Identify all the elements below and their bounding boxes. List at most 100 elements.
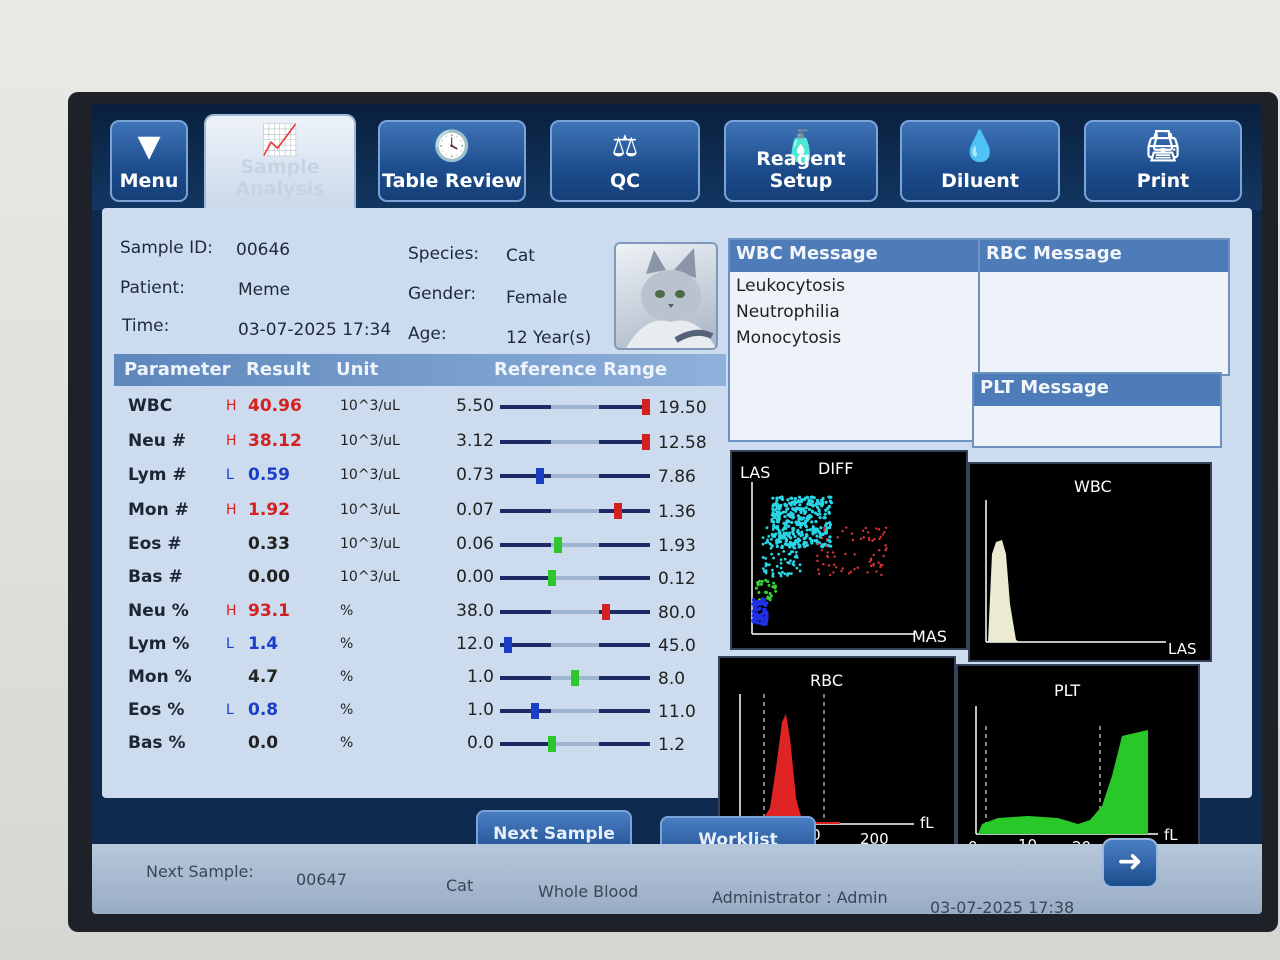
diff-dot bbox=[828, 535, 832, 539]
diff-dot bbox=[803, 536, 808, 540]
param-name: WBC bbox=[128, 396, 173, 416]
header-unit: Unit bbox=[336, 359, 379, 380]
diff-dot bbox=[797, 531, 801, 535]
next-arrow-button[interactable]: ➜ bbox=[1102, 838, 1158, 888]
header-parameter: Parameter bbox=[124, 359, 231, 380]
tab-reagent-setup[interactable]: 🧴 Reagent Setup bbox=[724, 120, 878, 202]
diff-dot bbox=[774, 526, 778, 530]
tab-table-review[interactable]: 🕓 Table Review bbox=[378, 120, 526, 202]
gender-value: Female bbox=[506, 288, 568, 308]
age-value: 12 Year(s) bbox=[506, 328, 592, 348]
diff-dot bbox=[783, 515, 787, 519]
range-low: 38.0 bbox=[456, 601, 494, 621]
diff-scatter-plot: LAS DIFF MAS bbox=[730, 450, 968, 650]
diff-dot bbox=[782, 549, 786, 553]
diff-dot bbox=[777, 552, 781, 556]
diff-dot bbox=[789, 511, 793, 515]
diff-dot bbox=[828, 573, 832, 577]
param-flag: L bbox=[226, 702, 234, 718]
diff-dot bbox=[808, 502, 812, 506]
diff-dot bbox=[794, 550, 798, 554]
range-high: 12.58 bbox=[658, 433, 707, 453]
diff-dot bbox=[786, 524, 791, 528]
diff-dot bbox=[764, 615, 768, 619]
param-name: Neu % bbox=[128, 601, 189, 621]
range-low: 12.0 bbox=[456, 634, 494, 654]
balance-scale-icon: ⚖ bbox=[611, 129, 639, 164]
diff-dot bbox=[756, 583, 760, 587]
diff-dot bbox=[798, 517, 802, 521]
diff-dot bbox=[820, 543, 825, 547]
arrow-right-icon: ➜ bbox=[1117, 844, 1143, 879]
diff-dot bbox=[761, 556, 765, 559]
tab-diluent[interactable]: 💧 Diluent bbox=[900, 120, 1060, 202]
param-flag: L bbox=[226, 467, 234, 483]
diff-dot bbox=[879, 565, 882, 569]
diff-dot bbox=[825, 544, 828, 548]
diff-dot bbox=[782, 526, 786, 530]
diff-dot bbox=[769, 537, 773, 541]
diff-dot bbox=[773, 508, 778, 512]
range-marker bbox=[642, 399, 650, 415]
range-bar bbox=[500, 468, 650, 484]
diff-dot bbox=[831, 551, 835, 554]
print-button[interactable]: 🖨 Print bbox=[1084, 120, 1242, 202]
param-result: 0.00 bbox=[248, 567, 290, 587]
diff-dot bbox=[817, 572, 821, 576]
rbc-unit: fL bbox=[920, 814, 934, 832]
range-low: 1.0 bbox=[466, 667, 494, 687]
diff-dot bbox=[804, 532, 809, 537]
diff-dot bbox=[768, 542, 772, 545]
diff-dot bbox=[828, 499, 832, 503]
diff-dot bbox=[781, 570, 784, 574]
tab-sample-analysis[interactable]: 📈 Sample Analysis bbox=[204, 114, 356, 210]
diff-dot bbox=[764, 571, 768, 575]
diff-dot bbox=[783, 572, 787, 576]
param-name: Eos % bbox=[128, 700, 185, 720]
diff-dot bbox=[805, 528, 809, 532]
range-high: 11.0 bbox=[658, 702, 696, 722]
param-name: Mon # bbox=[128, 500, 189, 520]
tab-table-review-label: Table Review bbox=[382, 170, 522, 192]
param-unit: % bbox=[340, 636, 354, 652]
diff-dot bbox=[871, 539, 874, 542]
diff-dot bbox=[884, 526, 888, 529]
param-unit: % bbox=[340, 702, 354, 718]
param-unit: 10^3/uL bbox=[340, 536, 400, 552]
diff-dot bbox=[761, 567, 765, 571]
diff-dot bbox=[814, 520, 818, 524]
diff-dot bbox=[787, 552, 791, 556]
range-bar bbox=[500, 570, 650, 586]
species-label: Species: bbox=[408, 244, 480, 264]
diff-dot bbox=[856, 566, 859, 569]
diff-dot bbox=[780, 546, 783, 549]
diff-dot bbox=[819, 498, 824, 503]
diff-dot bbox=[762, 598, 766, 603]
tab-qc[interactable]: ⚖ QC bbox=[550, 120, 700, 202]
diff-dot bbox=[753, 601, 758, 606]
plt-hist-curve bbox=[978, 730, 1148, 834]
param-result: 1.4 bbox=[248, 634, 279, 654]
diff-dot bbox=[777, 504, 781, 508]
diff-dot bbox=[781, 534, 785, 538]
param-name: Bas % bbox=[128, 733, 186, 753]
range-bar bbox=[500, 637, 650, 653]
diff-dot bbox=[861, 529, 865, 532]
param-result: 38.12 bbox=[248, 431, 302, 451]
table-row: Eos # 0.33 10^3/uL 0.06 1.93 bbox=[114, 528, 726, 561]
range-bar bbox=[500, 604, 650, 620]
menu-button[interactable]: ▼ Menu bbox=[110, 120, 188, 202]
diff-dot bbox=[817, 530, 821, 534]
diff-dot bbox=[884, 548, 887, 552]
param-name: Bas # bbox=[128, 567, 183, 587]
table-row: Neu % H 93.1% 38.0 80.0 bbox=[114, 595, 726, 628]
diff-dot bbox=[789, 536, 793, 540]
diff-dot bbox=[772, 556, 775, 560]
range-marker bbox=[531, 703, 540, 719]
printer-icon: 🖨 bbox=[1143, 129, 1183, 164]
diff-dot bbox=[766, 538, 769, 542]
diff-dots bbox=[751, 495, 888, 627]
param-flag: H bbox=[226, 398, 237, 414]
diff-dot bbox=[817, 509, 821, 513]
plt-histogram: PLT 0 10 20 30 fL bbox=[956, 664, 1200, 864]
